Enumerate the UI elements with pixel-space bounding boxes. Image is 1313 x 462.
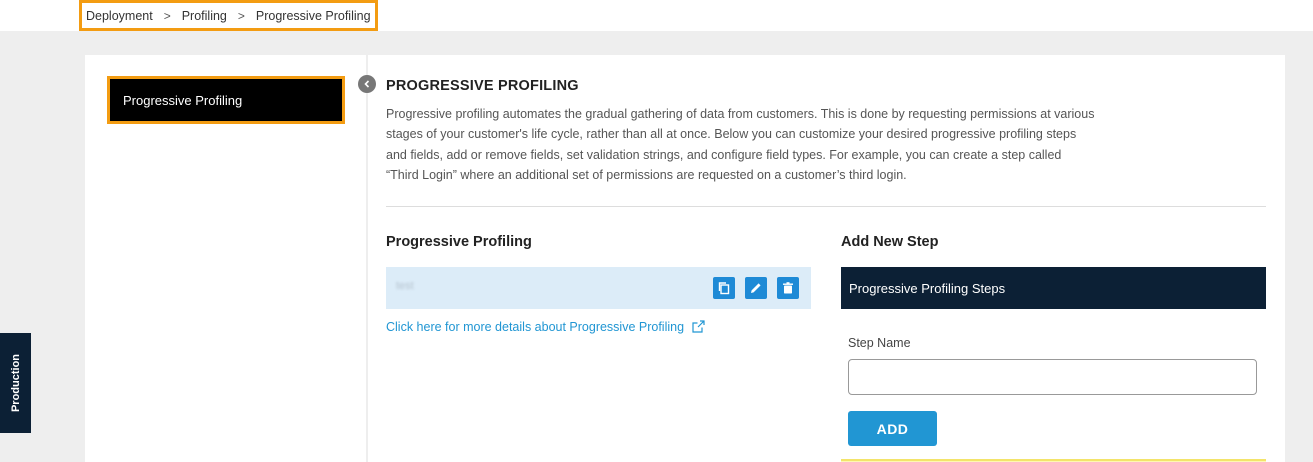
main-content: PROGRESSIVE PROFILING Progressive profil… xyxy=(368,55,1285,462)
external-link-icon xyxy=(692,320,705,333)
add-step-button[interactable]: ADD xyxy=(848,411,937,446)
sidebar-item-label: Progressive Profiling xyxy=(123,92,243,108)
delete-icon xyxy=(783,282,793,294)
top-bar: Deployment > Profiling > Progressive Pro… xyxy=(0,0,1313,31)
sidebar: Progressive Profiling xyxy=(85,55,366,462)
sidebar-item-progressive-profiling[interactable]: Progressive Profiling xyxy=(107,76,345,124)
page-description: Progressive profiling automates the grad… xyxy=(386,107,1095,182)
step-name-input[interactable] xyxy=(848,359,1257,395)
breadcrumb-progressive-profiling[interactable]: Progressive Profiling xyxy=(256,9,371,23)
breadcrumb: Deployment > Profiling > Progressive Pro… xyxy=(79,0,378,31)
details-link[interactable]: Click here for more details about Progre… xyxy=(386,319,706,334)
divider xyxy=(386,206,1266,207)
steps-panel-header: Progressive Profiling Steps xyxy=(841,267,1266,309)
step-name-label: Step Name xyxy=(848,336,911,350)
chevron-left-icon xyxy=(364,80,370,88)
page-title: PROGRESSIVE PROFILING xyxy=(386,78,579,94)
progressive-profiling-section-title: Progressive Profiling xyxy=(386,234,532,250)
step-row[interactable]: test xyxy=(386,267,811,309)
breadcrumb-separator: > xyxy=(237,8,245,23)
edit-icon xyxy=(751,283,761,293)
add-new-step-title: Add New Step xyxy=(841,234,939,250)
copy-icon xyxy=(718,282,730,295)
copy-step-button[interactable] xyxy=(713,277,735,299)
environment-label: Production xyxy=(9,353,22,413)
collapse-sidebar-button[interactable] xyxy=(358,75,376,93)
breadcrumb-separator: > xyxy=(163,8,171,23)
step-name: test xyxy=(396,280,414,292)
environment-tab[interactable]: Production xyxy=(0,333,31,433)
breadcrumb-profiling[interactable]: Profiling xyxy=(182,9,227,23)
details-link-text: Click here for more details about Progre… xyxy=(386,319,685,334)
edit-step-button[interactable] xyxy=(745,277,767,299)
breadcrumb-deployment[interactable]: Deployment xyxy=(86,9,153,23)
delete-step-button[interactable] xyxy=(777,277,799,299)
